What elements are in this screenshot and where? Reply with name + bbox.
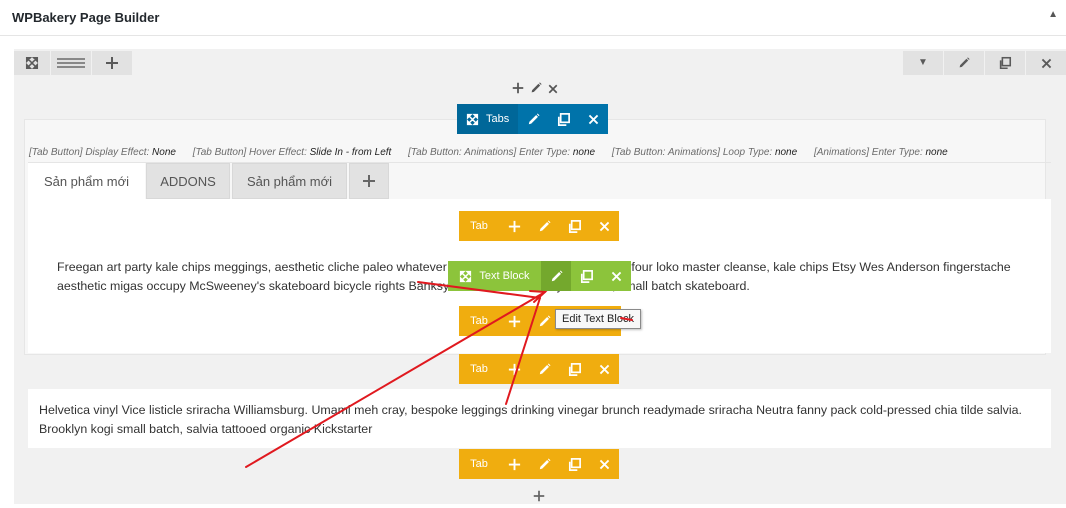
edit-text-block-tooltip: Edit Text Block <box>555 309 641 329</box>
tab-san-pham-moi-1[interactable]: Sản phẩm mới <box>28 163 145 199</box>
edit-text-block-button[interactable] <box>541 261 571 291</box>
text-block-control-bar: Text Block <box>448 261 631 291</box>
layout-lines-icon[interactable] <box>51 51 91 75</box>
delete-text-block-button[interactable] <box>601 261 631 291</box>
delete-tab-button[interactable] <box>589 211 619 241</box>
effect-label: [Tab Button] Display Effect: <box>29 147 153 158</box>
clone-tab-button[interactable] <box>559 211 589 241</box>
fullscreen-icon[interactable] <box>14 51 50 75</box>
text-block-move-handle[interactable]: Text Block <box>448 261 541 291</box>
delete-tab-button[interactable] <box>589 449 619 479</box>
clone-row-button[interactable] <box>985 51 1025 75</box>
tab-label[interactable]: Tab <box>459 354 499 384</box>
delete-tabs-button[interactable] <box>578 104 608 134</box>
effect-label: [Tab Button: Animations] Enter Type: <box>408 147 573 158</box>
tab-control-bar: Tab <box>459 449 619 479</box>
tab-label[interactable]: Tab <box>459 211 499 241</box>
tabs-control-bar: Tabs <box>457 104 609 134</box>
tabs-move-handle[interactable]: Tabs <box>457 104 519 134</box>
clone-text-block-button[interactable] <box>571 261 601 291</box>
effect-value: none <box>774 147 798 158</box>
effects-summary: [Tab Button] Display Effect: None [Tab B… <box>29 147 962 158</box>
triangle-up-icon[interactable]: ▲ <box>1048 9 1058 20</box>
add-tab-button[interactable] <box>349 163 389 199</box>
edit-tab-button[interactable] <box>529 354 559 384</box>
add-element-icon[interactable] <box>499 354 529 384</box>
caret-down-icon[interactable]: ▼ <box>903 51 943 75</box>
add-row-plus-icon[interactable] <box>532 489 546 508</box>
plus-icon[interactable] <box>511 81 525 100</box>
pencil-icon[interactable] <box>529 81 543 100</box>
clone-tab-button[interactable] <box>559 449 589 479</box>
clone-tab-button[interactable] <box>559 354 589 384</box>
edit-tabs-button[interactable] <box>518 104 548 134</box>
tab-label[interactable]: Tab <box>459 449 499 479</box>
tab-label[interactable]: Tab <box>459 306 499 336</box>
effect-label: [Animations] Enter Type: <box>813 147 926 158</box>
edit-tab-button[interactable] <box>529 211 559 241</box>
tab-addons[interactable]: ADDONS <box>146 163 230 199</box>
tabs-label: Tabs <box>486 113 510 125</box>
tab-san-pham-moi-2[interactable]: Sản phẩm mới <box>232 163 347 199</box>
effect-value: none <box>572 147 596 158</box>
text-block-label: Text Block <box>479 270 530 282</box>
add-element-icon[interactable] <box>499 211 529 241</box>
tab-control-bar: Tab <box>459 211 619 241</box>
delete-tab-button[interactable] <box>589 354 619 384</box>
add-element-icon[interactable] <box>499 449 529 479</box>
add-element-icon[interactable] <box>499 306 529 336</box>
tab-control-bar: Tab <box>459 354 619 384</box>
effect-value: Slide In - from Left <box>309 147 392 158</box>
clone-tabs-button[interactable] <box>548 104 578 134</box>
effect-value: None <box>152 147 176 158</box>
column-controls <box>511 81 559 100</box>
text-block-content-2[interactable]: Helvetica vinyl Vice listicle sriracha W… <box>39 401 1034 439</box>
close-icon[interactable] <box>547 82 559 100</box>
effect-label: [Tab Button] Hover Effect: <box>192 147 310 158</box>
builder-header: WPBakery Page Builder ▲ <box>0 0 1066 36</box>
effect-label: [Tab Button: Animations] Loop Type: <box>611 147 775 158</box>
edit-tab-button[interactable] <box>529 449 559 479</box>
add-element-button[interactable] <box>92 51 132 75</box>
delete-row-button[interactable] <box>1026 51 1066 75</box>
builder-title: WPBakery Page Builder <box>12 10 160 25</box>
effect-value: none <box>925 147 948 158</box>
edit-row-button[interactable] <box>944 51 984 75</box>
